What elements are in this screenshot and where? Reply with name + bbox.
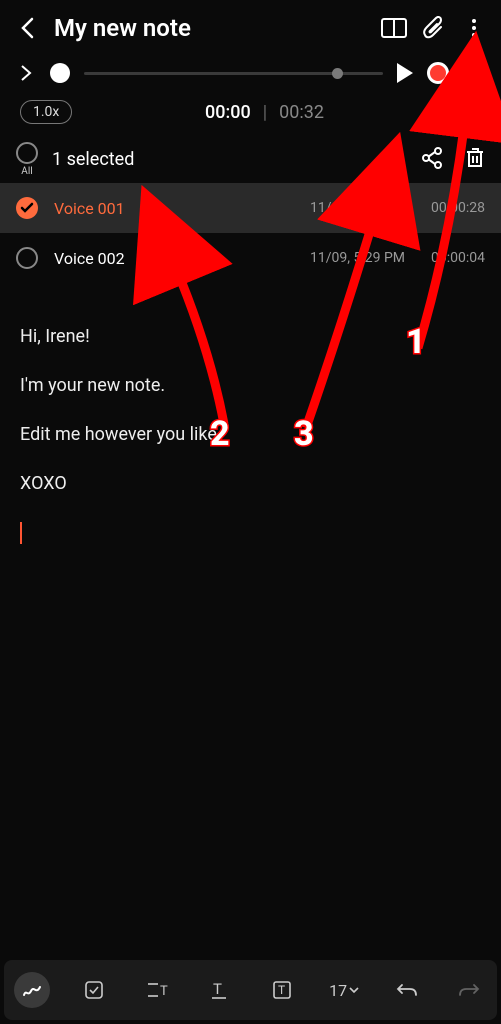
list-menu-icon[interactable] (463, 66, 485, 80)
voice-date: 11/09, 5:29 PM (310, 250, 405, 266)
voice-name: Voice 002 (54, 249, 294, 268)
note-line: Edit me however you like. (20, 421, 481, 448)
voice-duration: 00:00:28 (431, 200, 485, 216)
playhead-handle[interactable] (50, 63, 70, 83)
reading-mode-icon[interactable] (381, 15, 407, 41)
handwriting-icon[interactable] (14, 972, 50, 1008)
play-button[interactable] (397, 63, 413, 83)
time-separator: | (263, 102, 267, 123)
current-time: 00:00 (205, 102, 251, 123)
voice-duration: 00:00:04 (431, 250, 485, 266)
attach-icon[interactable] (421, 15, 447, 41)
redo-icon[interactable] (451, 972, 487, 1008)
checkbox-icon[interactable] (16, 197, 38, 219)
select-all-toggle[interactable]: All (16, 142, 38, 177)
undo-icon[interactable] (389, 972, 425, 1008)
record-button[interactable] (427, 62, 449, 84)
playback-speed-button[interactable]: 1.0x (20, 100, 72, 124)
total-time: 00:32 (279, 102, 324, 123)
page-title: My new note (54, 14, 367, 42)
voice-row[interactable]: Voice 001 11/09, 5:29 PM 00:00:28 (0, 183, 501, 233)
svg-text:T: T (213, 980, 222, 998)
time-display: 00:00 | 00:32 (205, 102, 324, 123)
delete-icon[interactable] (465, 147, 485, 173)
note-editor[interactable]: Hi, Irene! I'm your new note. Edit me ho… (0, 283, 501, 960)
text-underline-icon[interactable]: T (201, 972, 237, 1008)
share-icon[interactable] (421, 147, 443, 173)
expand-chevron-icon[interactable] (16, 63, 36, 83)
voice-date: 11/09, 5:29 PM (310, 200, 405, 216)
text-box-icon[interactable]: T (264, 972, 300, 1008)
font-size-button[interactable]: 17 (326, 972, 362, 1008)
voice-name: Voice 001 (54, 199, 294, 218)
more-menu-icon[interactable] (461, 15, 487, 41)
back-button[interactable] (14, 15, 40, 41)
note-line: Hi, Irene! (20, 323, 481, 350)
edit-icon[interactable] (377, 147, 399, 173)
note-line: I'm your new note. (20, 372, 481, 399)
select-all-label: All (21, 166, 32, 177)
svg-text:T: T (278, 983, 285, 997)
selection-count: 1 selected (52, 149, 363, 170)
skip-seconds-button[interactable]: 10 (457, 104, 481, 121)
text-style-icon[interactable]: T (139, 972, 175, 1008)
text-cursor (20, 522, 22, 544)
audio-scrubber[interactable] (84, 72, 383, 75)
svg-text:T: T (160, 984, 168, 999)
voice-row[interactable]: Voice 002 11/09, 5:29 PM 00:00:04 (0, 233, 501, 283)
checkbox-tool-icon[interactable] (76, 972, 112, 1008)
note-line: XOXO (20, 470, 481, 497)
checkbox-icon[interactable] (16, 247, 38, 269)
